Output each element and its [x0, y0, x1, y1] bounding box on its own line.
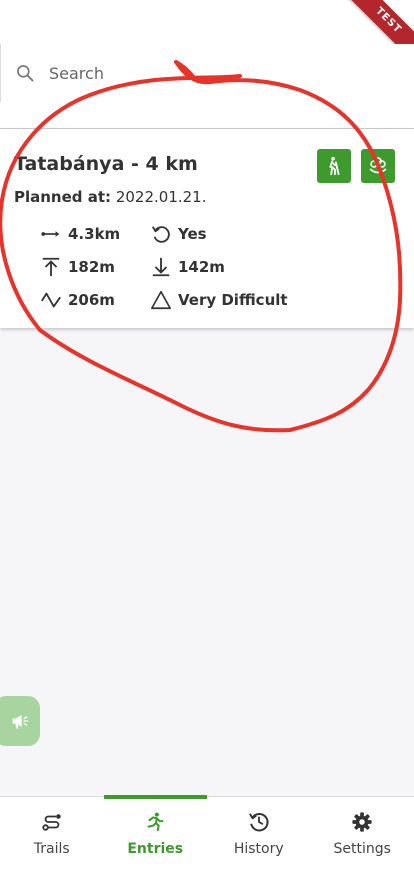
nav-label-history: History	[233, 841, 284, 857]
stat-loop-value: Yes	[178, 225, 207, 243]
nav-label-settings: Settings	[333, 841, 391, 857]
entry-title: Tatabánya - 4 km	[14, 153, 198, 175]
history-icon	[248, 812, 269, 832]
elevation-icon	[41, 292, 61, 308]
ascent-icon	[42, 257, 60, 277]
stat-difficulty: Very Difficult	[150, 289, 288, 311]
planned-label: Planned at:	[14, 188, 112, 206]
search-bar[interactable]	[0, 44, 414, 102]
flower-badge	[361, 149, 395, 183]
hiker-icon	[329, 156, 340, 176]
difficulty-triangle-icon	[151, 290, 171, 310]
search-icon	[17, 65, 34, 82]
running-icon	[147, 812, 164, 832]
stat-descent-value: 142m	[178, 258, 225, 276]
search-input[interactable]	[49, 63, 349, 83]
hiker-badge	[317, 149, 351, 183]
stat-loop: Yes	[150, 223, 207, 245]
megaphone-icon	[12, 715, 29, 729]
bottom-navigation: Trails Entries History Settings	[0, 795, 414, 896]
stat-ascent-value: 182m	[68, 258, 115, 276]
planned-value: 2022.01.21.	[115, 188, 207, 206]
distance-icon	[41, 231, 60, 237]
descent-icon	[152, 257, 170, 277]
entry-card[interactable]: Tatabánya - 4 km Planned at: 2022.01.21.…	[0, 128, 414, 328]
nav-label-entries: Entries	[127, 841, 184, 857]
nav-item-trails[interactable]: Trails	[0, 797, 104, 896]
flower-icon	[369, 157, 387, 174]
nav-item-settings[interactable]: Settings	[311, 797, 414, 896]
nav-item-entries[interactable]: Entries	[103, 795, 208, 896]
stat-elevation-value: 206m	[68, 291, 115, 309]
stat-ascent: 182m	[40, 256, 115, 278]
stat-descent: 142m	[150, 256, 225, 278]
stat-difficulty-value: Very Difficult	[178, 291, 288, 309]
stat-elevation: 206m	[40, 289, 115, 311]
loop-icon	[151, 226, 170, 243]
nav-label-trails: Trails	[33, 841, 70, 857]
planned-date: Planned at: 2022.01.21.	[14, 188, 206, 206]
gear-icon	[352, 812, 372, 832]
stat-distance: 4.3km	[40, 223, 120, 245]
route-icon	[42, 814, 61, 831]
stat-distance-value: 4.3km	[68, 225, 121, 243]
nav-item-history[interactable]: History	[207, 797, 311, 896]
feedback-button[interactable]	[0, 696, 40, 746]
